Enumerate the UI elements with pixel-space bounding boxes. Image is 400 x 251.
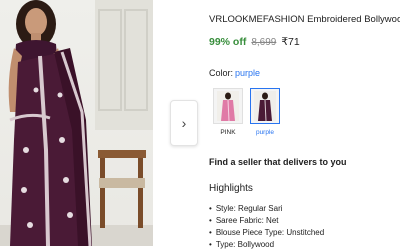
selected-color: purple xyxy=(235,68,261,78)
swatch-label-purple: purple xyxy=(255,129,275,136)
swatch-label-pink: PINK xyxy=(220,129,236,136)
highlight-item: Saree Fabric: Net xyxy=(209,215,324,227)
product-details: VRLOOKMEFASHION Embroidered Bollywood 99… xyxy=(209,0,400,249)
discount-percent: 99% off xyxy=(209,36,247,48)
color-label: Color: xyxy=(209,68,234,78)
highlights-title: Highlights xyxy=(209,183,253,194)
price-row: 99% off 8,699 ₹71 xyxy=(209,36,300,48)
purple-saree-thumbnail xyxy=(254,91,276,121)
pink-saree-thumbnail xyxy=(217,91,239,121)
original-price: 8,699 xyxy=(251,37,277,48)
color-option-pink[interactable]: PINK xyxy=(211,88,245,136)
color-option-purple[interactable]: purple xyxy=(248,88,282,136)
chevron-right-icon: › xyxy=(181,115,187,131)
color-selector-label: Color: purple xyxy=(209,68,260,78)
product-title: VRLOOKMEFASHION Embroidered Bollywood xyxy=(209,14,400,25)
highlight-item: Blouse Piece Type: Unstitched xyxy=(209,227,324,239)
highlights-list: Style: Regular Sari Saree Fabric: Net Bl… xyxy=(209,203,324,251)
seller-heading[interactable]: Find a seller that delivers to you xyxy=(209,157,347,167)
carousel-next-button[interactable]: › xyxy=(170,100,198,146)
highlight-item: Style: Regular Sari xyxy=(209,203,324,215)
highlight-item: Type: Bollywood xyxy=(209,239,324,251)
swatch-thumbnail[interactable] xyxy=(213,88,243,124)
swatch-thumbnail-selected[interactable] xyxy=(250,88,280,124)
selling-price: ₹71 xyxy=(281,36,300,48)
product-image[interactable] xyxy=(0,0,153,246)
